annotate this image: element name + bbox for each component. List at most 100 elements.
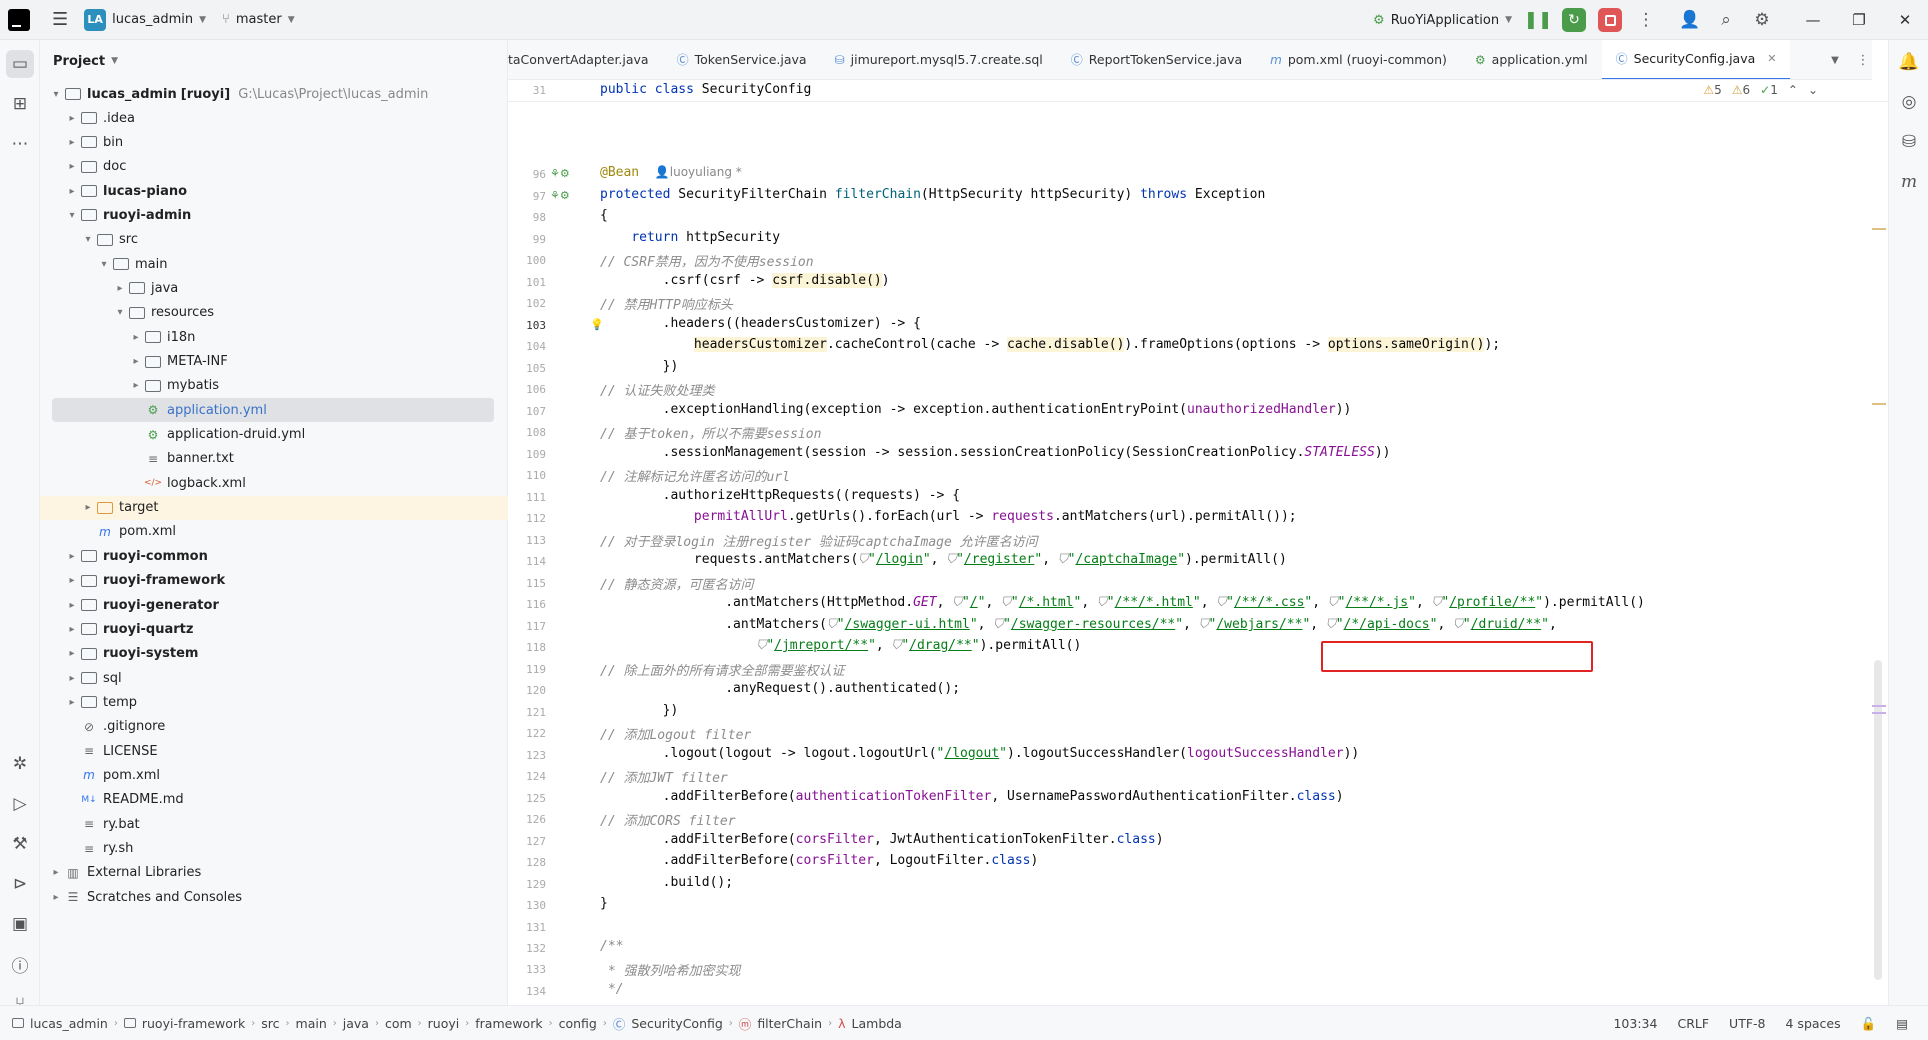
chevron-right-icon[interactable]: ▸: [128, 332, 144, 343]
problems-tool-button[interactable]: ⓘ: [0, 944, 40, 984]
tree-item[interactable]: M↓ README.md: [40, 788, 508, 812]
breadcrumb-item[interactable]: Ⓒ SecurityConfig: [607, 1014, 729, 1033]
breadcrumb-item[interactable]: lucas_admin: [6, 1016, 114, 1031]
breadcrumb-item[interactable]: config: [553, 1016, 603, 1031]
tree-item[interactable]: ▸ ▥ External Libraries: [40, 861, 508, 885]
chevron-right-icon[interactable]: ▸: [64, 186, 80, 197]
tree-item[interactable]: ▸ doc: [40, 155, 508, 179]
run-config-selector[interactable]: ⚙ RuoYiApplication ▼: [1365, 6, 1520, 34]
breadcrumb-item[interactable]: src: [255, 1016, 285, 1031]
database-button[interactable]: ⛁: [1889, 122, 1928, 162]
tree-item[interactable]: ▾ resources: [40, 301, 508, 325]
maximize-button[interactable]: ❐: [1836, 0, 1882, 40]
chevron-right-icon[interactable]: ▸: [64, 575, 80, 586]
tab-3[interactable]: Ⓒ ReportTokenService.java: [1057, 40, 1256, 79]
chevron-expanded-icon[interactable]: ▾: [112, 307, 128, 318]
line-separator[interactable]: CRLF: [1677, 1016, 1709, 1031]
tree-item[interactable]: ≡ ry.sh: [40, 837, 508, 861]
indent-setting[interactable]: 4 spaces: [1786, 1016, 1841, 1031]
chevron-right-icon[interactable]: ▸: [64, 137, 80, 148]
chevron-expanded-icon[interactable]: ▾: [80, 234, 96, 245]
code-editor[interactable]: 31 public class SecurityConfig ⚠5 ⚠6 ✓1 …: [508, 80, 1888, 1005]
tree-item[interactable]: ▸ ruoyi-framework: [40, 569, 508, 593]
chevron-right-icon[interactable]: ▸: [64, 161, 80, 172]
memory-indicator-icon[interactable]: ▤: [1896, 1016, 1908, 1031]
tab-1[interactable]: Ⓒ TokenService.java: [663, 40, 821, 79]
lock-icon[interactable]: 🔓: [1861, 1016, 1877, 1032]
chevron-expanded-icon[interactable]: ▾: [48, 89, 64, 100]
tree-item-root[interactable]: ▾ lucas_admin [ruoyi] G:\Lucas\Project\luca…: [40, 82, 508, 106]
bean-icon[interactable]: ⚘⚙: [550, 189, 570, 202]
tree-item[interactable]: ▸ i18n: [40, 325, 508, 349]
sticky-header[interactable]: 31 public class SecurityConfig ⚠5 ⚠6 ✓1 …: [508, 80, 1888, 102]
chevron-right-icon[interactable]: ▸: [112, 283, 128, 294]
rerun-button[interactable]: ↻: [1556, 0, 1592, 40]
tab-6[interactable]: Ⓒ SecurityConfig.java ✕: [1601, 40, 1791, 79]
tree-item[interactable]: ▸ temp: [40, 690, 508, 714]
editor-scrollbar[interactable]: [1870, 80, 1888, 1005]
tree-item[interactable]: ▸ bin: [40, 130, 508, 154]
chevron-right-icon[interactable]: ▸: [64, 113, 80, 124]
services-tool-button[interactable]: ⊳: [0, 864, 40, 904]
build-tool-button[interactable]: ⚒: [0, 824, 40, 864]
breadcrumb-item[interactable]: framework: [469, 1016, 548, 1031]
file-encoding[interactable]: UTF-8: [1729, 1016, 1765, 1031]
tree-item[interactable]: </> logback.xml: [40, 471, 508, 495]
chevron-right-icon[interactable]: ▸: [64, 551, 80, 562]
search-everywhere-button[interactable]: ⌕: [1708, 0, 1744, 40]
more-actions-button[interactable]: ⋮: [1628, 0, 1664, 40]
tab-2[interactable]: ⛁ jimureport.mysql5.7.create.sql: [821, 40, 1057, 79]
tree-item[interactable]: ▾ src: [40, 228, 508, 252]
tree-item[interactable]: ⚙ application-druid.yml: [40, 423, 508, 447]
tree-item[interactable]: ▸ sql: [40, 666, 508, 690]
breadcrumb-item[interactable]: λ Lambda: [832, 1016, 908, 1031]
tree-item[interactable]: ▸ target: [40, 495, 508, 520]
tree-item[interactable]: m pom.xml: [40, 520, 508, 544]
tree-item[interactable]: ▸ ☰ Scratches and Consoles: [40, 885, 508, 909]
breadcrumb-item[interactable]: com: [379, 1016, 418, 1031]
tab-4[interactable]: m pom.xml (ruoyi-common): [1256, 40, 1461, 79]
main-menu-button[interactable]: ☰: [44, 6, 76, 34]
tab-list-dropdown[interactable]: ▼: [1820, 40, 1850, 80]
breadcrumb-item[interactable]: ruoyi-framework: [118, 1016, 251, 1031]
tree-item[interactable]: ≡ LICENSE: [40, 739, 508, 763]
branch-switcher[interactable]: ⑂ master ▼: [214, 6, 303, 34]
chevron-right-icon[interactable]: ▸: [128, 356, 144, 367]
bean-icon[interactable]: ⚘⚙: [550, 167, 570, 180]
tree-item[interactable]: ▾ ruoyi-admin: [40, 203, 508, 227]
project-switcher[interactable]: LA lucas_admin ▼: [76, 6, 214, 34]
chevron-right-icon[interactable]: ▸: [80, 502, 96, 513]
tree-item[interactable]: ▾ main: [40, 252, 508, 276]
run-tool-button[interactable]: ▷: [0, 784, 40, 824]
tree-item[interactable]: ▸ ruoyi-generator: [40, 593, 508, 617]
breadcrumb-item[interactable]: ⓜ filterChain: [733, 1014, 828, 1033]
chevron-right-icon[interactable]: ▸: [64, 673, 80, 684]
tab-5[interactable]: ⚙ application.yml: [1461, 40, 1602, 79]
chevron-right-icon[interactable]: ▸: [64, 624, 80, 635]
tab-0[interactable]: taConvertAdapter.java: [508, 40, 663, 79]
tree-item[interactable]: ▸ .idea: [40, 106, 508, 130]
tree-item[interactable]: ▸ ruoyi-common: [40, 544, 508, 568]
chevron-right-icon[interactable]: ▸: [64, 697, 80, 708]
terminal-tool-button[interactable]: ▣: [0, 904, 40, 944]
chevron-right-icon[interactable]: ▸: [48, 867, 64, 878]
tree-item[interactable]: ▸ ruoyi-system: [40, 642, 508, 666]
close-tab-icon[interactable]: ✕: [1767, 52, 1776, 65]
breadcrumb-item[interactable]: main: [290, 1016, 333, 1031]
pause-button[interactable]: ❚❚: [1520, 0, 1556, 40]
chevron-expanded-icon[interactable]: ▾: [96, 259, 112, 270]
chevron-expanded-icon[interactable]: ▾: [64, 210, 80, 221]
chevron-right-icon[interactable]: ▸: [64, 648, 80, 659]
ai-assistant-button[interactable]: ◎: [1889, 82, 1928, 122]
tree-item[interactable]: ⊘ .gitignore: [40, 715, 508, 739]
inspection-widget[interactable]: ⚠5 ⚠6 ✓1 ⌃ ⌄: [1703, 83, 1818, 97]
add-user-button[interactable]: 👤: [1672, 0, 1708, 40]
maven-button[interactable]: m: [1889, 162, 1928, 202]
tree-item[interactable]: ≡ ry.bat: [40, 812, 508, 836]
chevron-down-icon[interactable]: ⌄: [1808, 83, 1818, 97]
close-window-button[interactable]: ✕: [1882, 0, 1928, 40]
more-tools-button[interactable]: ⋯: [0, 124, 40, 164]
structure-tool-button[interactable]: ⊞: [0, 84, 40, 124]
stop-button[interactable]: [1592, 0, 1628, 40]
debug-tool-button[interactable]: ✲: [0, 744, 40, 784]
